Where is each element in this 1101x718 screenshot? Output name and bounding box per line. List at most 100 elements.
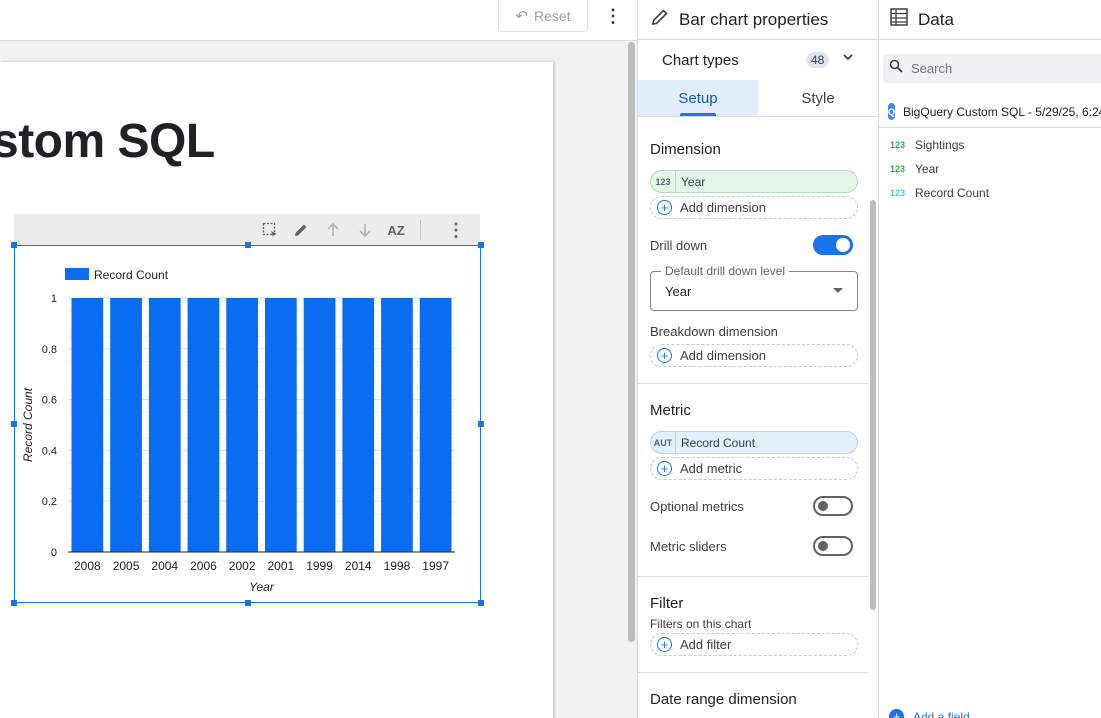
canvas-scrollbar[interactable]: [628, 42, 635, 642]
chart-types-label: Chart types: [662, 51, 739, 69]
properties-scrollbar[interactable]: [870, 200, 876, 610]
reset-label: Reset: [534, 7, 571, 24]
metric-sliders-label: Metric sliders: [650, 539, 727, 554]
metric-chip-record-count[interactable]: AUT Record Count: [650, 431, 858, 454]
y-axis-title: Record Count: [21, 387, 35, 462]
auto-type-icon: AUT: [651, 432, 676, 453]
filter-subtitle: Filters on this chart: [650, 617, 752, 631]
reset-button[interactable]: ↶ Reset: [498, 0, 588, 32]
sort-az-icon[interactable]: AZ: [386, 220, 406, 240]
undo-icon: ↶: [515, 7, 528, 25]
chart-more-icon[interactable]: ⋮: [446, 220, 466, 240]
x-tick-label: 2004: [151, 559, 178, 573]
table-icon: [889, 7, 909, 32]
resize-handle[interactable]: [11, 600, 17, 606]
resize-handle[interactable]: [478, 600, 484, 606]
date-range-title: Date range dimension: [650, 691, 797, 708]
add-dimension-button[interactable]: + Add dimension: [650, 196, 858, 219]
legend-swatch: [65, 268, 89, 280]
add-dimension-label: Add dimension: [680, 200, 766, 215]
filter-title: Filter: [650, 595, 684, 612]
y-tick-label: 0.2: [42, 496, 57, 508]
y-tick-label: 0.8: [42, 344, 57, 356]
dimension-title: Dimension: [650, 141, 721, 158]
section-divider: [638, 672, 868, 673]
add-circle-icon: +: [889, 709, 904, 718]
add-field-label: Add a field: [913, 709, 970, 718]
resize-handle[interactable]: [11, 421, 17, 427]
data-title: Data: [918, 9, 954, 29]
canvas-topbar: ↶ Reset ⋮: [0, 0, 637, 41]
data-panel: Data Q BigQuery Custom SQL - 5/29/25, 6:…: [878, 0, 1101, 718]
field-sightings[interactable]: 123 Sightings: [890, 138, 964, 152]
properties-title: Bar chart properties: [679, 9, 829, 29]
x-tick-label: 1999: [306, 559, 333, 573]
add-filter-label: Add filter: [680, 637, 732, 652]
arrow-up-icon[interactable]: [323, 220, 343, 240]
datasource-name: BigQuery Custom SQL - 5/29/25, 6:24...: [903, 104, 1101, 119]
y-tick-label: 0.4: [42, 445, 57, 457]
page-title[interactable]: stom SQL: [0, 114, 215, 169]
bar-chart[interactable]: 0 0.2 0.4 0.6 0.8 1 2008 2005 2004 2006 2002 2001 19…: [14, 245, 481, 603]
edit-icon[interactable]: [291, 220, 311, 240]
bar: [419, 298, 452, 552]
field-name: Record Count: [915, 186, 990, 200]
legend-label: Record Count: [94, 268, 169, 282]
drill-level-legend: Default drill down level: [661, 264, 790, 278]
y-tick-label: 0: [51, 547, 57, 559]
tab-style[interactable]: Style: [758, 80, 878, 116]
add-breakdown-dimension-button[interactable]: + Add dimension: [650, 344, 858, 367]
bar: [148, 298, 181, 552]
add-circle-icon: +: [657, 637, 672, 652]
metric-sliders-toggle[interactable]: [813, 536, 853, 556]
chart-toolbar: AZ ⋮: [14, 214, 480, 245]
data-search-box[interactable]: [883, 54, 1101, 83]
dropdown-arrow-icon: [833, 288, 843, 293]
select-icon[interactable]: [260, 220, 280, 240]
drill-down-label: Drill down: [650, 238, 708, 253]
chevron-down-icon[interactable]: [842, 50, 854, 66]
y-tick-label: 0.6: [42, 395, 57, 407]
properties-panel: Bar chart properties Chart types 48 Setu…: [637, 0, 878, 718]
report-page[interactable]: stom SQL AZ ⋮ 0 0.2 0.4 0.6 0.8 1 2008 2…: [0, 62, 553, 718]
field-year[interactable]: 123 Year: [890, 162, 939, 176]
x-axis-title: Year: [249, 580, 275, 594]
report-canvas: ↶ Reset ⋮ stom SQL AZ ⋮ 0 0.2 0.4 0.6 0.…: [0, 0, 637, 718]
x-tick-label: 2002: [229, 559, 256, 573]
metric-title: Metric: [650, 402, 691, 419]
add-field-button[interactable]: + Add a field: [889, 709, 970, 718]
datasource-row[interactable]: Q BigQuery Custom SQL - 5/29/25, 6:24...: [879, 96, 1101, 128]
bar: [264, 298, 297, 552]
y-tick-label: 1: [51, 293, 57, 305]
add-filter-button[interactable]: + Add filter: [650, 633, 858, 656]
x-tick-label: 2001: [267, 559, 294, 573]
add-circle-icon: +: [657, 200, 672, 215]
resize-handle[interactable]: [245, 600, 251, 606]
drill-level-value: Year: [665, 284, 692, 299]
optional-metrics-toggle[interactable]: [813, 496, 853, 516]
add-metric-button[interactable]: + Add metric: [650, 457, 858, 480]
resize-handle[interactable]: [245, 242, 251, 248]
add-metric-label: Add metric: [680, 461, 743, 476]
tab-setup[interactable]: Setup: [638, 80, 758, 116]
properties-header: Bar chart properties: [638, 0, 878, 40]
app: ↶ Reset ⋮ stom SQL AZ ⋮ 0 0.2 0.4 0.6 0.…: [0, 0, 1101, 718]
arrow-down-icon[interactable]: [355, 220, 375, 240]
field-record-count[interactable]: 123 Record Count: [890, 186, 989, 200]
section-divider: [638, 576, 868, 577]
bar: [303, 298, 336, 552]
add-circle-icon: +: [657, 348, 672, 363]
chart-types-selector[interactable]: Chart types 48: [638, 40, 878, 80]
default-drill-level-select[interactable]: Default drill down level Year: [650, 264, 858, 311]
dimension-chip-label: Year: [681, 174, 706, 189]
drill-down-toggle[interactable]: [813, 235, 853, 255]
resize-handle[interactable]: [11, 242, 17, 248]
resize-handle[interactable]: [478, 421, 484, 427]
dimension-chip-year[interactable]: 123 Year: [650, 170, 858, 193]
breakdown-dimension-label: Breakdown dimension: [650, 324, 778, 339]
more-options-icon[interactable]: ⋮: [604, 4, 622, 28]
resize-handle[interactable]: [478, 242, 484, 248]
bar: [342, 298, 375, 552]
number-type-icon: 123: [651, 171, 676, 192]
search-input[interactable]: [911, 61, 1081, 76]
